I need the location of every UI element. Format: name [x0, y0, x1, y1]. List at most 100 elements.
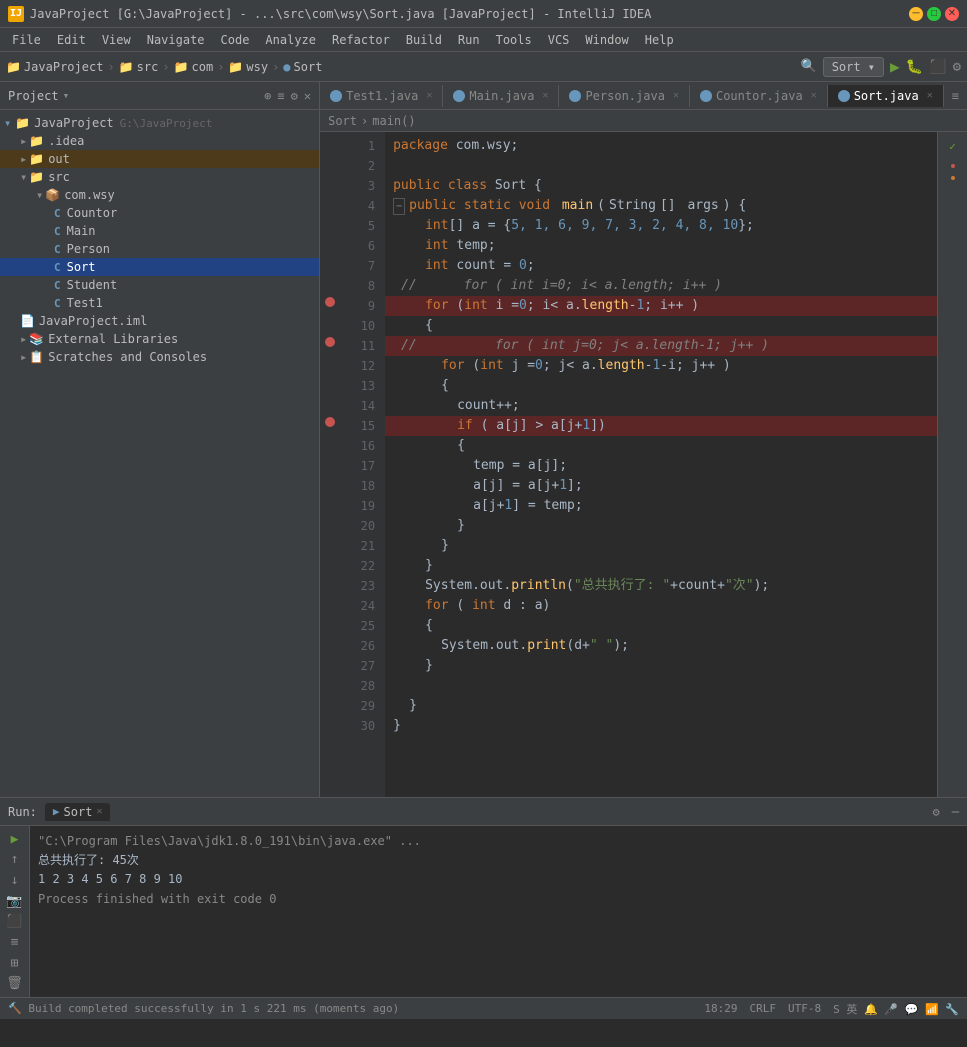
close-panel-icon[interactable]: ✕	[304, 89, 311, 103]
run-settings-btn[interactable]: ⚙	[933, 805, 940, 819]
tree-item-src[interactable]: ▾ 📁 src	[0, 168, 319, 186]
run-down-btn[interactable]: ↓	[4, 871, 26, 890]
chevron-down-icon[interactable]: ▾	[63, 89, 70, 102]
tab-test1[interactable]: Test1.java ✕	[320, 85, 443, 107]
code-line-21: }	[385, 536, 937, 556]
code-editor[interactable]: 1 2 3 4 5 6 7 8 9 10 11 12 13 14 15 16 1…	[320, 132, 967, 797]
locate-icon[interactable]: ⊕	[264, 89, 271, 103]
sort-tab-close[interactable]: ✕	[927, 90, 933, 101]
menu-vcs[interactable]: VCS	[540, 31, 578, 49]
run-stop-btn[interactable]: ⬛	[4, 913, 26, 932]
tab-countor[interactable]: Countor.java ✕	[690, 85, 828, 107]
menu-window[interactable]: Window	[577, 31, 636, 49]
run-play-btn[interactable]: ▶	[4, 830, 26, 849]
cursor-position[interactable]: 18:29	[704, 1002, 737, 1015]
breadcrumb-sort[interactable]: Sort	[328, 114, 357, 128]
person-tab-close[interactable]: ✕	[673, 90, 679, 101]
tree-item-main[interactable]: C Main	[0, 222, 319, 240]
test1-tab-close[interactable]: ✕	[426, 90, 432, 101]
menu-analyze[interactable]: Analyze	[257, 31, 324, 49]
minimize-button[interactable]: ─	[909, 7, 923, 21]
bp-15[interactable]	[320, 412, 340, 432]
maximize-button[interactable]: □	[927, 7, 941, 21]
tree-item-out[interactable]: ▸ 📁 out	[0, 150, 319, 168]
tab-main[interactable]: Main.java ✕	[443, 85, 559, 107]
code-content[interactable]: package com.wsy; public class Sort { − p…	[385, 132, 937, 797]
menu-tools[interactable]: Tools	[488, 31, 540, 49]
bp-11[interactable]	[320, 332, 340, 352]
tree-item-scratches[interactable]: ▸ 📋 Scratches and Consoles	[0, 348, 319, 366]
run-up-btn[interactable]: ↑	[4, 851, 26, 870]
tabs-bar: Test1.java ✕ Main.java ✕ Person.java ✕ C…	[320, 82, 967, 110]
nav-project[interactable]: 📁 JavaProject	[6, 60, 103, 74]
nav-com[interactable]: 📁 com	[174, 60, 214, 74]
countor-tab-close[interactable]: ✕	[811, 90, 817, 101]
settings-nav-btn[interactable]: ⚙	[953, 59, 961, 75]
run-tool1[interactable]: ⊞	[4, 954, 26, 973]
sort-tab-label: Sort.java	[854, 89, 919, 103]
run-tab-close-btn[interactable]: ✕	[96, 806, 102, 817]
tree-item-idea[interactable]: ▸ 📁 .idea	[0, 132, 319, 150]
run-fold-btn[interactable]: ≡	[4, 933, 26, 952]
sort-dropdown-btn[interactable]: Sort ▾	[823, 57, 884, 77]
menu-build[interactable]: Build	[398, 31, 450, 49]
tree-item-comwsy[interactable]: ▾ 📦 com.wsy	[0, 186, 319, 204]
status-extras: S 英 🔔 🎤 💬 📶 🔧	[833, 1001, 959, 1017]
bp-25	[320, 612, 340, 632]
panel-settings-icon[interactable]: ⚙	[291, 89, 298, 103]
debug-btn[interactable]: 🐛	[906, 59, 923, 75]
project-label: JavaProject	[34, 116, 113, 130]
run-minimize-btn[interactable]: ─	[952, 805, 959, 819]
iml-label: JavaProject.iml	[39, 314, 147, 328]
tree-item-test1[interactable]: C Test1	[0, 294, 319, 312]
tree-item-person[interactable]: C Person	[0, 240, 319, 258]
bp-13	[320, 372, 340, 392]
breadcrumb-main[interactable]: main()	[372, 114, 415, 128]
search-icon[interactable]: 🔍	[801, 59, 817, 74]
line-ending[interactable]: CRLF	[750, 1002, 777, 1015]
comwsy-expand-icon: ▾	[36, 188, 43, 202]
project-folder-icon: 📁	[15, 116, 30, 130]
run-cam-btn[interactable]: 📷	[4, 892, 26, 911]
out-expand-icon: ▸	[20, 152, 27, 166]
menu-refactor[interactable]: Refactor	[324, 31, 398, 49]
menu-navigate[interactable]: Navigate	[139, 31, 213, 49]
menu-edit[interactable]: Edit	[49, 31, 94, 49]
stop-btn[interactable]: ⬛	[929, 59, 946, 75]
nav-sort[interactable]: ● Sort	[283, 60, 322, 74]
run-btn[interactable]: ▶	[890, 57, 900, 76]
sort-label: Sort	[67, 260, 96, 274]
right-tool-1[interactable]: ✓	[942, 136, 964, 158]
nav-src[interactable]: 📁 src	[119, 60, 159, 74]
tab-person[interactable]: Person.java ✕	[559, 85, 690, 107]
menu-code[interactable]: Code	[213, 31, 258, 49]
tree-item-iml[interactable]: 📄 JavaProject.iml	[0, 312, 319, 330]
bp-28	[320, 672, 340, 692]
tab-settings-btn[interactable]: ≡	[944, 85, 967, 107]
run-tool2[interactable]: 🗑	[4, 974, 26, 993]
bp-18	[320, 472, 340, 492]
collapse-icon[interactable]: ≡	[277, 89, 284, 103]
close-button[interactable]: ✕	[945, 7, 959, 21]
window-controls: ─ □ ✕	[909, 7, 959, 21]
code-line-5: int[] a = {5, 1, 6, 9, 7, 3, 2, 4, 8, 10…	[385, 216, 937, 236]
tab-sort[interactable]: Sort.java ✕	[828, 85, 944, 107]
encoding[interactable]: UTF-8	[788, 1002, 821, 1015]
code-line-27: }	[385, 656, 937, 676]
tree-item-sort[interactable]: C Sort	[0, 258, 319, 276]
run-sort-tab[interactable]: ▶ Sort ✕	[45, 803, 111, 821]
tree-item-javaproject[interactable]: ▾ 📁 JavaProject G:\JavaProject	[0, 114, 319, 132]
menu-run[interactable]: Run	[450, 31, 488, 49]
tree-item-student[interactable]: C Student	[0, 276, 319, 294]
fold-4[interactable]: −	[393, 198, 405, 215]
ln-14: 14	[340, 396, 379, 416]
menu-view[interactable]: View	[94, 31, 139, 49]
bp-9[interactable]	[320, 292, 340, 312]
tree-item-ext-libs[interactable]: ▸ 📚 External Libraries	[0, 330, 319, 348]
menu-file[interactable]: File	[4, 31, 49, 49]
menu-help[interactable]: Help	[637, 31, 682, 49]
nav-wsy[interactable]: 📁 wsy	[228, 60, 268, 74]
main-tab-close[interactable]: ✕	[542, 90, 548, 101]
tree-item-countor[interactable]: C Countor	[0, 204, 319, 222]
comwsy-label: com.wsy	[64, 188, 115, 202]
